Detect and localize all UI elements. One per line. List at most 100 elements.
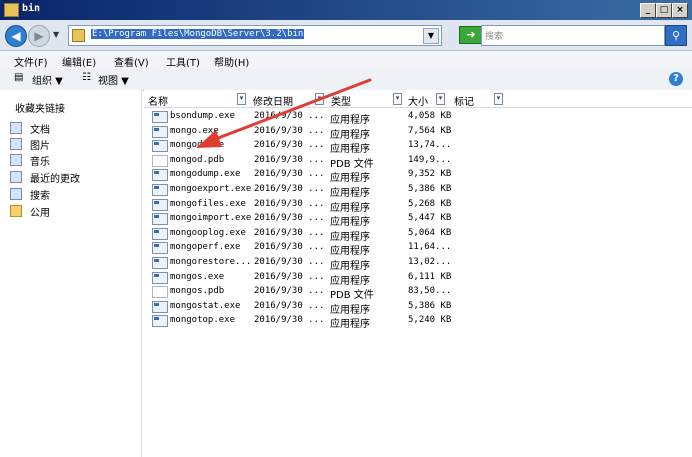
table-row[interactable]: mongotop.exe 2016/9/30 ... 应用程序 5,240 KB <box>144 314 692 330</box>
sidebar-item-pictures[interactable]: 图片 <box>10 137 50 152</box>
pdb-file-icon <box>152 154 168 167</box>
exe-file-icon <box>152 184 168 196</box>
exe-file-icon <box>152 169 168 182</box>
menu-help[interactable]: 帮助(H) <box>214 54 249 69</box>
column-size-dropdown-icon[interactable]: ▾ <box>436 93 445 105</box>
sidebar-item-search[interactable]: 搜索 <box>10 187 50 202</box>
address-bar[interactable]: E:\Program Files\MongoDB\Server\3.2\bin … <box>68 25 442 46</box>
table-row[interactable]: mongostat.exe 2016/9/30 ... 应用程序 5,386 KB <box>144 300 692 316</box>
address-text[interactable]: E:\Program Files\MongoDB\Server\3.2\bin <box>91 29 305 39</box>
table-row[interactable]: mongoimport.exe 2016/9/30 ... 应用程序 5,447 KB <box>144 212 692 228</box>
pictures-icon <box>10 138 22 150</box>
maximize-button[interactable]: □ <box>656 3 672 18</box>
file-size: 149,9... <box>408 154 452 165</box>
organize-button[interactable]: 组织 ▼ <box>32 72 63 87</box>
back-button[interactable]: ◀ <box>5 25 27 47</box>
column-type[interactable]: 类型 <box>331 93 351 108</box>
address-dropdown-icon[interactable]: ▼ <box>423 28 439 44</box>
file-name[interactable]: mongotop.exe <box>170 315 235 325</box>
table-row[interactable]: mongo.exe 2016/9/30 ... 应用程序 7,564 KB <box>144 125 692 141</box>
file-date: 2016/9/30 ... <box>254 213 325 224</box>
table-row[interactable]: mongodump.exe 2016/9/30 ... 应用程序 9,352 KB <box>144 168 692 184</box>
column-size[interactable]: 大小 <box>408 93 428 108</box>
menu-bar: 文件(F) 编辑(E) 查看(V) 工具(T) 帮助(H) <box>0 51 692 69</box>
go-button[interactable]: ➜ <box>459 26 483 44</box>
column-tags[interactable]: 标记 <box>454 93 474 108</box>
close-button[interactable]: × <box>672 3 688 18</box>
file-size: 5,386 KB <box>408 300 452 311</box>
file-size: 5,268 KB <box>408 198 452 209</box>
column-name-dropdown-icon[interactable]: ▾ <box>237 93 246 105</box>
file-size: 5,240 KB <box>408 315 452 326</box>
search-input[interactable]: 搜索 <box>481 25 665 46</box>
table-row[interactable]: mongod.exe 2016/9/30 ... 应用程序 13,74... <box>144 139 692 155</box>
folder-icon <box>10 205 22 217</box>
file-name[interactable]: mongoperf.exe <box>170 242 240 252</box>
menu-view[interactable]: 查看(V) <box>114 54 149 69</box>
file-name[interactable]: mongo.exe <box>170 126 219 136</box>
sidebar-item-recent[interactable]: 最近的更改 <box>10 170 80 185</box>
search-icon[interactable]: ⚲ <box>665 25 687 46</box>
table-row[interactable]: mongod.pdb 2016/9/30 ... PDB 文件 149,9... <box>144 154 692 170</box>
sidebar-item-label: 搜索 <box>30 191 50 202</box>
documents-icon <box>10 122 22 134</box>
file-name[interactable]: mongos.pdb <box>170 286 224 296</box>
table-row[interactable]: bsondump.exe 2016/9/30 ... 应用程序 4,058 KB <box>144 110 692 126</box>
file-name[interactable]: mongod.exe <box>170 140 224 150</box>
file-date: 2016/9/30 ... <box>254 184 325 194</box>
minimize-button[interactable]: _ <box>640 3 656 18</box>
exe-file-icon <box>152 198 168 211</box>
table-row[interactable]: mongooplog.exe 2016/9/30 ... 应用程序 5,064 KB <box>144 227 692 243</box>
exe-file-icon <box>152 227 168 240</box>
file-name[interactable]: mongoimport.exe <box>170 213 251 223</box>
file-size: 9,352 KB <box>408 169 452 180</box>
exe-file-icon <box>152 213 168 226</box>
table-row[interactable]: mongos.exe 2016/9/30 ... 应用程序 6,111 KB <box>144 271 692 287</box>
file-name[interactable]: mongos.exe <box>170 272 224 282</box>
sidebar-item-public[interactable]: 公用 <box>10 204 50 219</box>
header-divider <box>144 107 692 108</box>
exe-file-icon <box>152 242 168 255</box>
sidebar-item-documents[interactable]: 文档 <box>10 121 50 136</box>
column-name[interactable]: 名称 <box>148 93 168 108</box>
forward-button[interactable]: ▶ <box>28 25 50 47</box>
sidebar-item-music[interactable]: 音乐 <box>10 153 50 168</box>
menu-tools[interactable]: 工具(T) <box>166 54 200 69</box>
file-date: 2016/9/30 ... <box>254 315 325 326</box>
file-date: 2016/9/30 ... <box>254 227 325 238</box>
column-date-dropdown-icon[interactable]: ▾ <box>315 93 324 105</box>
folder-icon <box>4 3 19 17</box>
file-name[interactable]: mongooplog.exe <box>170 228 246 238</box>
column-tags-dropdown-icon[interactable]: ▾ <box>494 93 503 105</box>
file-date: 2016/9/30 ... <box>254 242 325 253</box>
file-name[interactable]: mongoexport.exe <box>170 184 251 194</box>
table-row[interactable]: mongofiles.exe 2016/9/30 ... 应用程序 5,268 KB <box>144 198 692 214</box>
file-size: 4,058 KB <box>408 111 452 121</box>
music-icon <box>10 154 22 166</box>
column-date[interactable]: 修改日期 <box>253 93 293 108</box>
views-icon: ☷ <box>82 72 91 83</box>
table-row[interactable]: mongos.pdb 2016/9/30 ... PDB 文件 83,50... <box>144 285 692 301</box>
table-row[interactable]: mongoperf.exe 2016/9/30 ... 应用程序 11,64... <box>144 241 692 257</box>
table-row[interactable]: mongorestore... 2016/9/30 ... 应用程序 13,02... <box>144 256 692 272</box>
file-name[interactable]: mongod.pdb <box>170 155 224 165</box>
views-button[interactable]: 视图 ▼ <box>98 72 129 87</box>
menu-edit[interactable]: 编辑(E) <box>62 54 96 69</box>
exe-file-icon <box>152 300 168 313</box>
menu-file[interactable]: 文件(F) <box>14 54 48 69</box>
file-name[interactable]: mongofiles.exe <box>170 199 246 209</box>
column-type-dropdown-icon[interactable]: ▾ <box>393 93 402 105</box>
file-date: 2016/9/30 ... <box>254 154 325 165</box>
sidebar-item-label: 图片 <box>30 141 50 152</box>
file-name[interactable]: mongodump.exe <box>170 169 240 179</box>
file-name[interactable]: mongostat.exe <box>170 301 240 311</box>
file-date: 2016/9/30 ... <box>254 300 325 311</box>
history-dropdown-icon[interactable]: ▼ <box>53 30 59 39</box>
file-name[interactable]: bsondump.exe <box>170 111 235 121</box>
file-size: 13,02... <box>408 257 452 267</box>
file-date: 2016/9/30 ... <box>254 125 325 136</box>
file-name[interactable]: mongorestore... <box>170 257 251 267</box>
table-row[interactable]: mongoexport.exe 2016/9/30 ... 应用程序 5,386 KB <box>144 183 692 199</box>
help-icon[interactable]: ? <box>669 72 683 86</box>
sidebar-item-label: 公用 <box>30 208 50 219</box>
